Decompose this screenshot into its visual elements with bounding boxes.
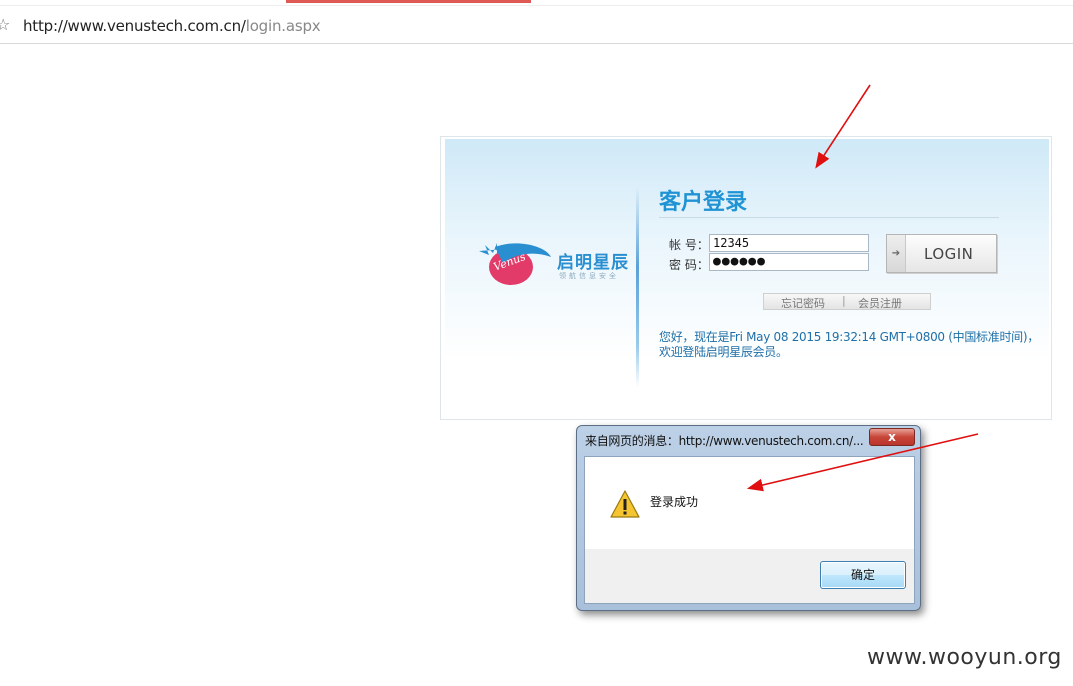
welcome-message: 您好，现在是Fri May 08 2015 19:32:14 GMT+0800 … bbox=[659, 330, 1039, 360]
password-field[interactable]: ●●●●●● bbox=[709, 253, 869, 271]
dialog-message: 登录成功 bbox=[650, 495, 699, 509]
login-button[interactable]: ➔ LOGIN bbox=[886, 234, 997, 273]
alert-dialog: 来自网页的消息：http://www.venustech.com.cn/... … bbox=[576, 425, 921, 611]
dialog-title: 来自网页的消息：http://www.venustech.com.cn/... bbox=[585, 434, 864, 448]
login-panel: Venus 启明星辰 领航信息安全 客户登录 帐 号： 12345 密 码： ●… bbox=[440, 136, 1052, 420]
account-links: 忘记密码 | 会员注册 bbox=[763, 293, 931, 310]
url-host: http://www.venustech.com.cn/ bbox=[23, 17, 246, 35]
welcome-line-1: 您好，现在是Fri May 08 2015 19:32:14 GMT+0800 … bbox=[659, 330, 1039, 344]
title-underline bbox=[659, 217, 999, 218]
venus-logo: Venus 启明星辰 领航信息安全 bbox=[475, 237, 635, 297]
address-bar[interactable]: ☆ http://www.venustech.com.cn/login.aspx bbox=[0, 5, 1073, 44]
forgot-password-link[interactable]: 忘记密码 bbox=[781, 295, 825, 311]
login-panel-background: Venus 启明星辰 领航信息安全 客户登录 帐 号： 12345 密 码： ●… bbox=[445, 139, 1049, 417]
warning-icon bbox=[610, 490, 640, 518]
username-label: 帐 号： bbox=[669, 238, 709, 252]
dialog-body: 登录成功 确定 bbox=[584, 456, 915, 604]
password-label: 密 码： bbox=[669, 258, 709, 272]
login-button-label: LOGIN bbox=[924, 245, 974, 263]
username-field[interactable]: 12345 bbox=[709, 234, 869, 252]
dialog-content: 登录成功 bbox=[585, 457, 914, 549]
welcome-line-2: 欢迎登陆启明星辰会员。 bbox=[659, 345, 788, 359]
logo-name: 启明星辰 bbox=[557, 253, 629, 273]
logo-subtitle: 领航信息安全 bbox=[559, 272, 619, 280]
arrow-right-icon: ➔ bbox=[887, 235, 906, 272]
page-title: 客户登录 bbox=[659, 190, 748, 215]
dialog-close-button[interactable]: x bbox=[869, 428, 915, 446]
venus-logo-mark-icon: Venus bbox=[479, 243, 551, 285]
bookmark-star-icon[interactable]: ☆ bbox=[0, 15, 10, 34]
watermark: www.wooyun.org bbox=[867, 645, 1062, 670]
ok-button[interactable]: 确定 bbox=[820, 561, 906, 589]
link-separator: | bbox=[842, 294, 846, 307]
vertical-divider bbox=[636, 187, 639, 387]
active-tab-indicator bbox=[286, 0, 531, 3]
url-path: login.aspx bbox=[245, 17, 321, 35]
register-link[interactable]: 会员注册 bbox=[858, 295, 902, 311]
url-text[interactable]: http://www.venustech.com.cn/login.aspx bbox=[23, 17, 321, 35]
